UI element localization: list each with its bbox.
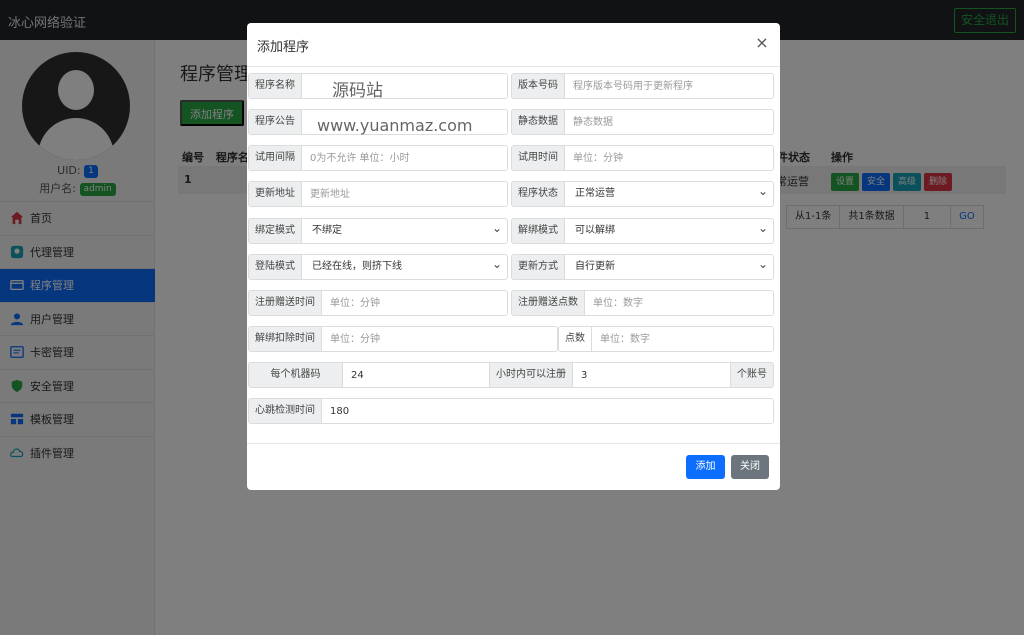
notice-input[interactable] [302, 110, 507, 134]
program-status-field: 程序状态 正常运营 [511, 181, 774, 207]
reg-gift-points-label: 注册赠送点数 [512, 291, 585, 315]
trial-time-field: 试用时间 [511, 145, 774, 171]
update-mode-label: 更新方式 [512, 255, 565, 279]
reg-gift-time-input[interactable] [322, 291, 507, 315]
trial-interval-input[interactable] [302, 146, 507, 170]
modal-footer-divider [247, 443, 780, 444]
bind-mode-field: 绑定模式 不绑定 [248, 218, 508, 244]
hours-register-input[interactable] [573, 363, 730, 387]
program-status-label: 程序状态 [512, 182, 565, 206]
version-label: 版本号码 [512, 74, 565, 98]
bind-mode-select[interactable]: 不绑定 [302, 219, 507, 243]
update-url-label: 更新地址 [249, 182, 302, 206]
update-url-input[interactable] [302, 182, 507, 206]
unbind-mode-field: 解绑模式 可以解绑 [511, 218, 774, 244]
program-name-field: 程序名称 [248, 73, 508, 99]
reg-gift-time-label: 注册赠送时间 [249, 291, 322, 315]
notice-field: 程序公告 [248, 109, 508, 135]
static-data-label: 静态数据 [512, 110, 565, 134]
unbind-mode-select[interactable]: 可以解绑 [565, 219, 773, 243]
unbind-deduct-points-label: 点数 [559, 327, 592, 351]
heartbeat-field: 心跳检测时间 [248, 398, 774, 424]
trial-interval-field: 试用间隔 [248, 145, 508, 171]
heartbeat-label: 心跳检测时间 [249, 399, 322, 423]
unbind-deduct-time-field: 解绑扣除时间 [248, 326, 558, 352]
modal-header: 添加程序 × [247, 23, 780, 67]
reg-gift-points-field: 注册赠送点数 [511, 290, 774, 316]
register-limit-field: 每个机器码 小时内可以注册 个账号 [248, 362, 774, 388]
program-name-label: 程序名称 [249, 74, 302, 98]
login-mode-label: 登陆模式 [249, 255, 302, 279]
trial-time-input[interactable] [565, 146, 773, 170]
reg-gift-time-field: 注册赠送时间 [248, 290, 508, 316]
update-mode-field: 更新方式 自行更新 [511, 254, 774, 280]
notice-label: 程序公告 [249, 110, 302, 134]
static-data-field: 静态数据 [511, 109, 774, 135]
unbind-deduct-points-field: 点数 [558, 326, 774, 352]
update-url-field: 更新地址 [248, 181, 508, 207]
unbind-deduct-points-input[interactable] [592, 327, 773, 351]
add-program-modal: 添加程序 × 程序名称 版本号码 程序公告 静态数据 源码站 www.yuanm… [247, 23, 780, 490]
add-button[interactable]: 添加 [686, 455, 725, 479]
heartbeat-input[interactable] [322, 399, 773, 423]
unbind-deduct-time-label: 解绑扣除时间 [249, 327, 322, 351]
static-data-input[interactable] [565, 110, 773, 134]
trial-time-label: 试用时间 [512, 146, 565, 170]
update-mode-select[interactable]: 自行更新 [565, 255, 773, 279]
reg-gift-points-input[interactable] [585, 291, 773, 315]
hours-register-label: 小时内可以注册 [489, 363, 573, 387]
per-machine-label: 每个机器码 [249, 363, 343, 387]
close-button[interactable]: 关闭 [731, 455, 769, 479]
program-status-select[interactable]: 正常运营 [565, 182, 773, 206]
version-field: 版本号码 [511, 73, 774, 99]
version-input[interactable] [565, 74, 773, 98]
modal-title: 添加程序 [257, 40, 310, 55]
close-icon[interactable]: × [754, 34, 770, 52]
program-name-input[interactable] [302, 74, 507, 98]
bind-mode-label: 绑定模式 [249, 219, 302, 243]
accounts-suffix: 个账号 [730, 363, 773, 387]
unbind-mode-label: 解绑模式 [512, 219, 565, 243]
unbind-deduct-time-input[interactable] [322, 327, 557, 351]
per-machine-input[interactable] [343, 363, 489, 387]
trial-interval-label: 试用间隔 [249, 146, 302, 170]
login-mode-field: 登陆模式 已经在线，则挤下线 [248, 254, 508, 280]
login-mode-select[interactable]: 已经在线，则挤下线 [302, 255, 507, 279]
